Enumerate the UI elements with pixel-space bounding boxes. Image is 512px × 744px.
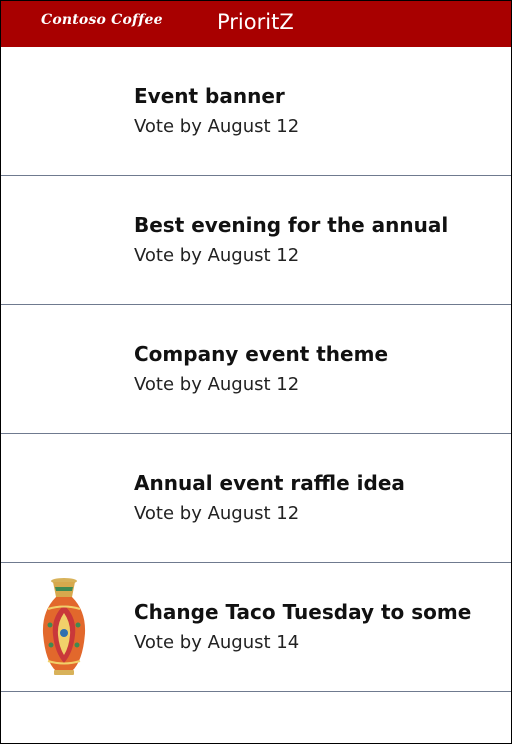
item-subtitle: Vote by August 12 <box>134 116 300 137</box>
item-subtitle: Vote by August 12 <box>134 503 300 524</box>
vase-image <box>42 578 86 675</box>
item-title: Event banner <box>134 84 285 108</box>
list-item[interactable]: Annual event raffle idea Vote by August … <box>1 434 511 563</box>
list-item[interactable]: Change Taco Tuesday to some Vote by Augu… <box>1 563 511 692</box>
item-title: Company event theme <box>134 342 389 366</box>
app-title: PrioritZ <box>217 10 294 34</box>
item-subtitle: Vote by August 12 <box>134 245 300 266</box>
item-subtitle: Vote by August 12 <box>134 374 300 395</box>
list-item[interactable]: Event banner Vote by August 12 <box>1 47 511 176</box>
brand-logo: Contoso Coffee <box>41 12 163 28</box>
item-subtitle: Vote by August 14 <box>134 632 300 653</box>
item-title: Change Taco Tuesday to some <box>134 600 472 624</box>
app-frame: Contoso Coffee PrioritZ Event banner Vot… <box>0 0 512 744</box>
poll-list: Event banner Vote by August 12 Best even… <box>1 47 511 692</box>
item-title: Annual event raffle idea <box>134 471 405 495</box>
app-header: Contoso Coffee PrioritZ <box>1 1 511 47</box>
list-item[interactable]: Company event theme Vote by August 12 <box>1 305 511 434</box>
list-item[interactable]: Best evening for the annual Vote by Augu… <box>1 176 511 305</box>
item-title: Best evening for the annual <box>134 213 449 237</box>
